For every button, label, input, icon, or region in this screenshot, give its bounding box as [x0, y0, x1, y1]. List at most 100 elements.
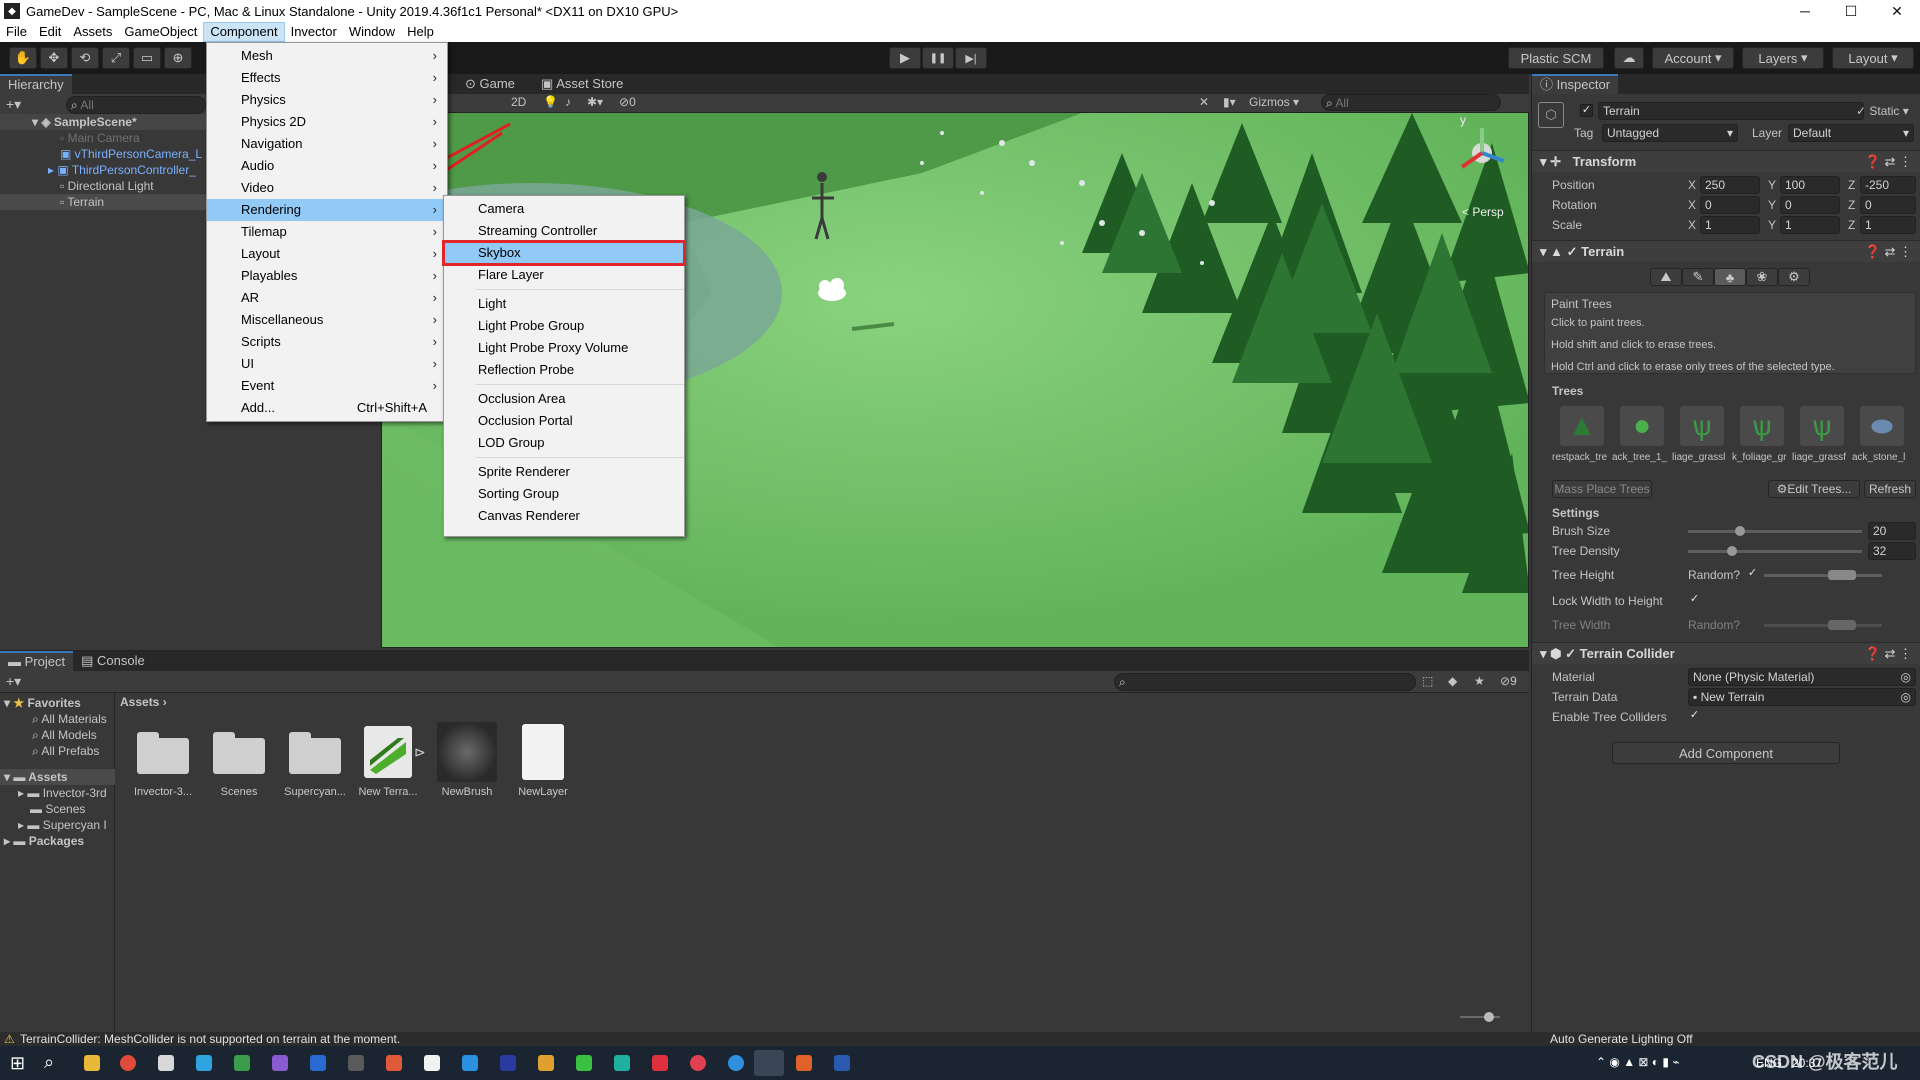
tray-icons[interactable]: ⌃ ◉ ▲ ⊠ ◐ ▮ ⌁ [1596, 1055, 1680, 1069]
menu-item-light-probe-group[interactable]: Light Probe Group [444, 315, 684, 337]
add-component-button[interactable]: Add Component [1612, 742, 1840, 764]
hidden-objects-icon[interactable]: ⊘0 [619, 95, 636, 109]
tab-inspector[interactable]: ⓘ Inspector [1532, 74, 1619, 94]
menu-item-physics[interactable]: Physics › [207, 89, 447, 111]
mass-place-trees-button[interactable]: Mass Place Trees [1552, 480, 1652, 498]
tab-console[interactable]: ▤ Console [73, 651, 153, 671]
menu-item-occlusion-area[interactable]: Occlusion Area [444, 388, 684, 410]
position-y-input[interactable]: 100 [1780, 176, 1840, 194]
terrain-header[interactable]: ▾ ▲ ✓ Terrain ❓ ⇄ ⋮ [1532, 240, 1920, 262]
menu-item-ui[interactable]: UI › [207, 353, 447, 375]
audio-toggle-icon[interactable]: ♪ [565, 95, 571, 109]
app-icon[interactable] [690, 1055, 706, 1071]
scene-row[interactable]: ▾ ◈ SampleScene* [0, 114, 206, 130]
menu-item-ar[interactable]: AR › [207, 287, 447, 309]
favorite-item[interactable]: ⌕ All Materials [0, 711, 107, 727]
tab-game[interactable]: ⊙ Game [465, 76, 515, 92]
brush-size-slider[interactable] [1688, 526, 1862, 536]
hierarchy-search-input[interactable]: ⌕ All [66, 96, 206, 114]
enable-tree-colliders-checkbox[interactable]: ✓ [1688, 710, 1701, 723]
refresh-button[interactable]: Refresh [1864, 480, 1916, 498]
word-icon[interactable] [834, 1055, 850, 1071]
tag-dropdown[interactable]: Untagged ▾ [1602, 124, 1738, 142]
project-create-icon[interactable]: +▾ [6, 673, 21, 690]
brush-asset-icon[interactable] [437, 722, 497, 782]
hierarchy-item-terrain[interactable]: ▫ Terrain [0, 194, 206, 210]
tree-prototype[interactable]: ▲ restpack_tre [1552, 402, 1612, 466]
transform-header[interactable]: ▾ ✛ Transform ❓ ⇄ ⋮ [1532, 150, 1920, 172]
slider-thumb[interactable] [1726, 546, 1737, 556]
menu-item-physics-2d[interactable]: Physics 2D › [207, 111, 447, 133]
plastic-scm-button[interactable]: Plastic SCM [1508, 47, 1604, 69]
menu-item-add[interactable]: Add... Ctrl+Shift+A [207, 397, 447, 419]
rotate-tool-icon[interactable]: ⟲ [71, 47, 99, 69]
visual-studio-icon[interactable] [272, 1055, 288, 1071]
terrain-data-field[interactable]: ▪ New Terrain ◎ [1688, 688, 1916, 706]
menu-item-playables[interactable]: Playables › [207, 265, 447, 287]
static-toggle[interactable]: ✓ Static ▾ [1856, 104, 1909, 118]
position-x-input[interactable]: 250 [1700, 176, 1760, 194]
app-icon[interactable] [652, 1055, 668, 1071]
asset-folder[interactable]: ▬ Scenes [0, 801, 85, 817]
range-thumb[interactable] [1828, 570, 1856, 580]
rotation-x-input[interactable]: 0 [1700, 196, 1760, 214]
menu-item-occlusion-portal[interactable]: Occlusion Portal [444, 410, 684, 432]
menu-item-lod-group[interactable]: LOD Group [444, 432, 684, 454]
terrain-collider-header[interactable]: ▾ ⬢ ✓ Terrain Collider ❓ ⇄ ⋮ [1532, 642, 1920, 664]
menu-gameobject[interactable]: GameObject [118, 22, 203, 42]
effects-toggle-icon[interactable]: ✱▾ [587, 95, 603, 109]
rotation-y-input[interactable]: 0 [1780, 196, 1840, 214]
asset-folder[interactable]: ▸ ▬ Invector-3rd [0, 785, 107, 801]
edit-trees-button[interactable]: ⚙Edit Trees... [1768, 480, 1860, 498]
tree-prototype[interactable]: ● ack_tree_1_ [1612, 402, 1672, 466]
hierarchy-item-light[interactable]: ▫ Directional Light [0, 178, 154, 194]
project-breadcrumb[interactable]: Assets › [120, 695, 167, 709]
menu-item-layout[interactable]: Layout › [207, 243, 447, 265]
unity-taskbar-icon[interactable] [754, 1050, 784, 1076]
wechat-icon[interactable] [576, 1055, 592, 1071]
rect-tool-icon[interactable]: ▭ [133, 47, 161, 69]
packages-row[interactable]: ▸ ▬ Packages [0, 833, 84, 849]
tab-hierarchy[interactable]: Hierarchy [0, 74, 72, 94]
app-icon[interactable] [234, 1055, 250, 1071]
slider-thumb[interactable] [1735, 526, 1746, 536]
object-name-input[interactable]: Terrain [1598, 102, 1864, 120]
menu-item-video[interactable]: Video › [207, 177, 447, 199]
tab-asset-store[interactable]: ▣ Asset Store [541, 76, 623, 92]
play-button[interactable]: ▶ [889, 47, 921, 69]
app-icon[interactable] [348, 1055, 364, 1071]
brush-size-input[interactable]: 20 [1868, 522, 1916, 540]
tree-prototype[interactable]: ѱ liage_grassl [1672, 402, 1732, 466]
app-icon[interactable] [728, 1055, 744, 1071]
menu-item-light[interactable]: Light [444, 293, 684, 315]
random-checkbox[interactable]: ✓ [1746, 568, 1759, 581]
menu-item-scripts[interactable]: Scripts › [207, 331, 447, 353]
zoom-thumb[interactable] [1484, 1012, 1494, 1022]
layout-dropdown[interactable]: Layout ▾ [1832, 47, 1914, 69]
hand-tool-icon[interactable]: ✋ [9, 47, 37, 69]
menu-item-sprite-renderer[interactable]: Sprite Renderer [444, 461, 684, 483]
cloud-icon[interactable]: ☁ [1614, 47, 1644, 69]
windows-start-icon[interactable]: ⊞ [10, 1053, 25, 1074]
favorites-row[interactable]: ▾ ★ Favorites [0, 695, 81, 711]
app-icon[interactable] [310, 1055, 326, 1071]
menu-item-mesh[interactable]: Mesh › [207, 45, 447, 67]
tree-height-range[interactable] [1764, 570, 1882, 580]
app-icon[interactable] [386, 1055, 402, 1071]
zoom-slider[interactable] [1460, 1012, 1500, 1022]
file-explorer-icon[interactable] [84, 1055, 100, 1071]
camera-icon[interactable]: ▮▾ [1223, 95, 1236, 109]
paint-details-icon[interactable]: ❀ [1746, 268, 1778, 286]
assets-row[interactable]: ▾ ▬ Assets [0, 769, 115, 785]
app-icon[interactable] [462, 1055, 478, 1071]
menu-item-rendering[interactable]: Rendering › [207, 199, 447, 221]
layer-dropdown[interactable]: Default ▾ [1788, 124, 1914, 142]
menu-window[interactable]: Window [343, 22, 401, 42]
move-tool-icon[interactable]: ✥ [40, 47, 68, 69]
app-icon[interactable] [614, 1055, 630, 1071]
folder-icon[interactable] [213, 730, 265, 774]
menu-item-streaming-controller[interactable]: Streaming Controller [444, 220, 684, 242]
tree-density-slider[interactable] [1688, 546, 1862, 556]
active-checkbox[interactable]: ✓ [1580, 104, 1593, 117]
menu-item-flare-layer[interactable]: Flare Layer [444, 264, 684, 286]
